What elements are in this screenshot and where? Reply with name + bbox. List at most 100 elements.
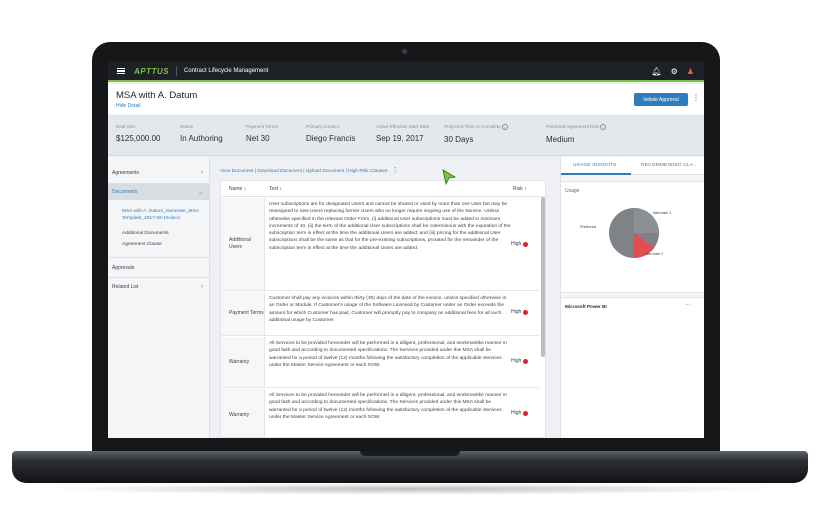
initiate-approval-button[interactable]: Initiate Approval (634, 93, 688, 106)
column-header-name[interactable]: Name ↕ (229, 186, 246, 192)
left-nav: Agreements › Documents ⌄ MSA with A. Dat… (108, 157, 210, 438)
nav-label: Related List (112, 284, 139, 290)
user-avatar-icon[interactable]: ♟︎ (687, 67, 694, 76)
app-topbar: APTTUS Contract Lifecycle Management 🔔︎ … (108, 62, 704, 82)
field-value: In Authoring (180, 134, 223, 143)
divider (176, 66, 177, 76)
primary-contact-field: Primary Contact Diego Francis (306, 124, 355, 143)
tab-usage-insights[interactable]: USAGE INSIGHTS (573, 163, 617, 168)
field-label: Predicted Agreement Risk i (546, 124, 607, 130)
brand-logo: APTTUS (134, 66, 169, 76)
screen: APTTUS Contract Lifecycle Management 🔔︎ … (108, 62, 704, 438)
mouse-cursor-icon (442, 169, 456, 185)
topbar-icons: 🔔︎ ⚙︎ ♟︎ (652, 67, 695, 76)
document-action-links[interactable]: View Document | Download Document | Uplo… (220, 169, 387, 174)
field-label-text: Predicted Agreement Risk (546, 124, 600, 130)
agreement-risk-field: Predicted Agreement Risk i Medium (546, 124, 607, 144)
bell-icon[interactable]: 🔔︎ (652, 67, 662, 76)
field-value: $125,000.00 (116, 134, 161, 143)
risk-dot-icon (523, 410, 529, 416)
menu-icon[interactable] (117, 67, 125, 75)
time-to-complete-field: Projected Time to Complete i 30 Days (444, 124, 508, 144)
nav-approvals[interactable]: Approvals (108, 260, 210, 276)
risk-label: High (511, 241, 522, 247)
chevron-right-icon: › (201, 284, 203, 290)
info-icon[interactable]: i (600, 124, 607, 130)
nav-label: Agreements (112, 170, 139, 176)
table-row[interactable]: Additional Users User subscriptions are … (221, 198, 539, 291)
field-label: Deal Size (116, 124, 136, 129)
field-value: 30 Days (444, 135, 474, 144)
nav-agreements[interactable]: Agreements › (108, 165, 210, 181)
nav-additional-documents[interactable]: Additional Documents (122, 231, 208, 238)
risk-dot-icon (523, 358, 529, 364)
risk-label: High (511, 309, 522, 315)
power-bi-card: Microsoft Power BI ... (561, 297, 704, 438)
risk-indicator: High (511, 309, 529, 315)
active-tab-indicator (561, 173, 631, 175)
field-label: Payment Terms (246, 124, 278, 129)
field-label: Projected Time to Complete i (444, 124, 508, 130)
document-actions: View Document | Download Document | Uplo… (220, 166, 399, 174)
chevron-down-icon: ⌄ (197, 189, 203, 196)
document-file-link[interactable]: MSA with A. Datum_Generate_MSA Template_… (122, 209, 208, 222)
record-header: MSA with A. Datum Hide Detail Initiate A… (108, 84, 704, 114)
risk-dot-icon (523, 241, 529, 247)
field-label-text: Projected Time to Complete (444, 124, 501, 130)
clauses-table: Name ↕ Text ↕ Risk ↕ Additional Users Us… (220, 180, 546, 438)
risk-dot-icon (523, 309, 529, 315)
clause-text: All Services to be provided hereunder wi… (269, 393, 507, 420)
gear-icon[interactable]: ⚙︎ (671, 67, 678, 76)
field-value: Sep 19, 2017 (376, 134, 424, 143)
clause-name: Payment Terms (221, 292, 265, 335)
divider (108, 277, 210, 278)
more-options-icon[interactable]: ⋮ (392, 167, 399, 174)
summary-strip: Deal Size $125,000.00 Status In Authorin… (108, 116, 704, 156)
page-title: MSA with A. Datum (116, 90, 198, 101)
insights-tabs: USAGE INSIGHTS RECOMMENDED CLA... (561, 157, 704, 175)
app-title: Contract Lifecycle Management (184, 68, 269, 74)
more-options-icon[interactable]: ⋮ (692, 93, 700, 102)
pie-label-alternate-1: Alternate 1 (653, 211, 672, 215)
status-field: Status In Authoring (180, 124, 223, 143)
nav-label: Documents (112, 189, 138, 195)
column-header-risk[interactable]: Risk ↕ (513, 186, 527, 192)
table-row[interactable]: Warranty All Services to be provided her… (221, 337, 539, 388)
clause-text: User subscriptions are for designated Us… (269, 202, 511, 251)
clause-name: Additional Users (221, 198, 265, 290)
usage-title: Usage (565, 188, 580, 194)
camera (402, 49, 407, 54)
nav-related-list[interactable]: Related List › (108, 279, 210, 295)
usage-pie-chart (609, 208, 659, 258)
insights-panel: USAGE INSIGHTS RECOMMENDED CLA... Usage … (560, 157, 704, 438)
info-icon[interactable]: i (501, 124, 508, 130)
table-scrollbar[interactable] (541, 197, 545, 357)
payment-terms-field: Payment Terms Net 30 (246, 124, 278, 143)
field-value: Diego Francis (306, 134, 356, 143)
field-label: Active Effective Start Date (376, 124, 430, 129)
table-header: Name ↕ Text ↕ Risk ↕ (221, 181, 545, 197)
nav-agreement-clause[interactable]: Agreement Clause (122, 242, 208, 249)
nav-documents[interactable]: Documents ⌄ (108, 184, 210, 200)
table-row[interactable]: Warranty All Services to be provided her… (221, 389, 539, 437)
tab-recommended-clauses[interactable]: RECOMMENDED CLA... (641, 163, 698, 168)
usage-card: Usage Alternate 1 Preferred Alternate 2 (561, 181, 704, 293)
chevron-right-icon: › (201, 170, 203, 176)
pie-label-preferred: Preferred (580, 225, 596, 229)
clause-name: Warranty (221, 337, 265, 387)
laptop-base-notch (360, 451, 460, 456)
table-row[interactable]: Payment Terms Customer shall pay any inv… (221, 292, 539, 336)
clause-text: Customer shall pay any invoices within t… (269, 296, 507, 323)
risk-indicator: High (511, 241, 529, 247)
divider (108, 257, 210, 258)
field-value: Medium (546, 135, 575, 144)
hide-detail-link[interactable]: Hide Detail (116, 103, 140, 109)
start-date-field: Active Effective Start Date Sep 19, 2017 (376, 124, 429, 143)
more-options-icon[interactable]: ... (685, 301, 690, 307)
power-bi-title: Microsoft Power BI (565, 304, 607, 309)
field-value: Net 30 (246, 134, 270, 143)
column-header-text[interactable]: Text ↕ (269, 186, 282, 192)
deal-size-field: Deal Size $125,000.00 (116, 124, 161, 143)
risk-label: High (511, 410, 522, 416)
field-label: Status (180, 124, 194, 129)
